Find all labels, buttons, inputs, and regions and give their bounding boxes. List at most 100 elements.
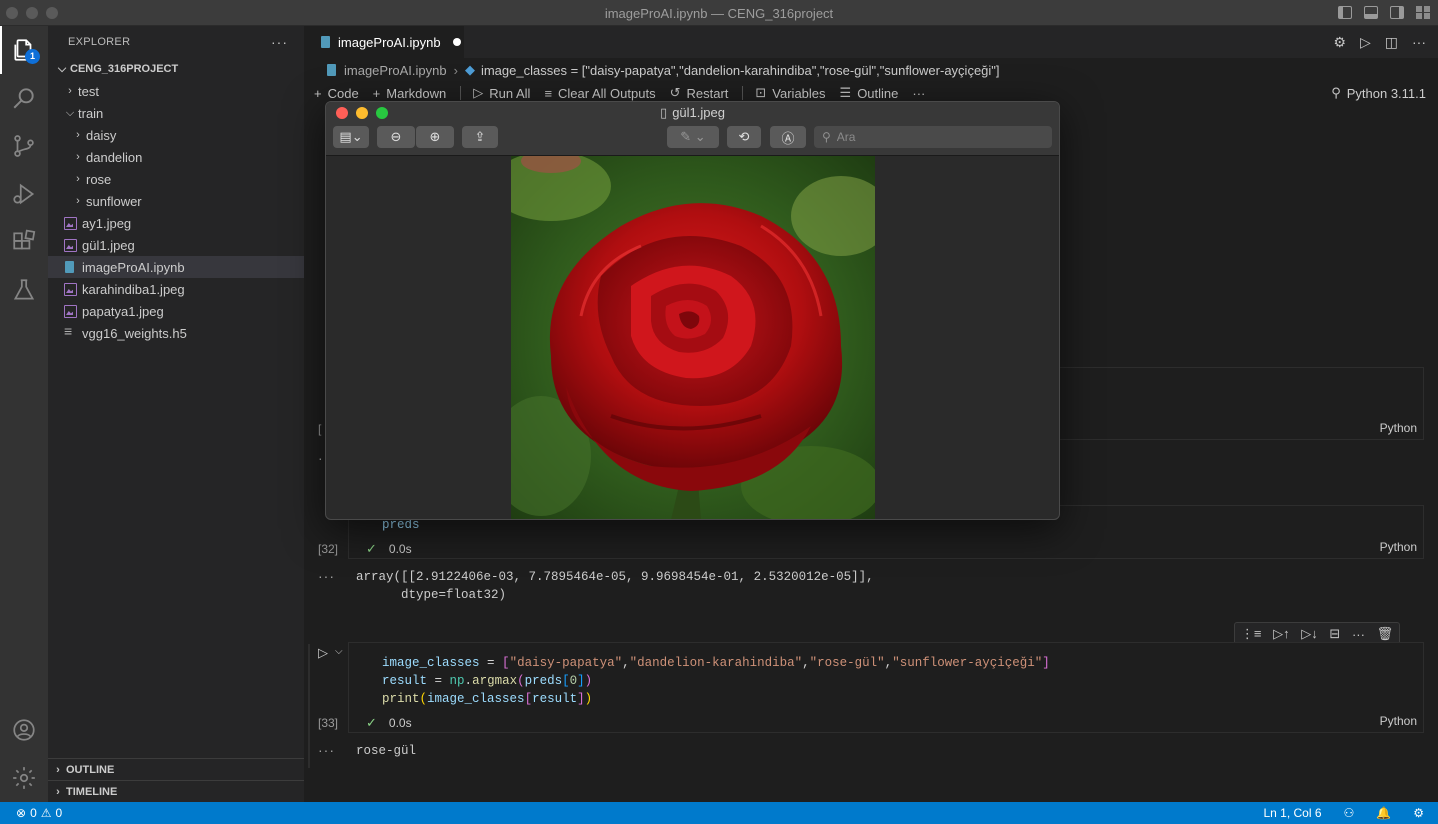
code-token: "rose-gül" — [809, 656, 885, 670]
tree-file-imageproai[interactable]: imageProAI.ipynb — [48, 256, 304, 278]
clear-all-outputs-button[interactable]: ≡ Clear All Outputs — [544, 86, 655, 101]
tree-file-ay1[interactable]: ay1.jpeg — [48, 212, 304, 234]
output-more-icon[interactable]: · — [318, 450, 324, 466]
explorer-icon[interactable]: 1 — [0, 26, 48, 74]
problems-indicator[interactable]: ⊗ 0 ⚠ 0 — [16, 806, 62, 820]
notifications-bell-icon[interactable]: 🔔 — [1376, 806, 1391, 820]
output-more-icon[interactable]: ··· — [318, 568, 335, 584]
tree-folder-rose[interactable]: › rose — [48, 168, 304, 190]
customize-layout-icon[interactable] — [1416, 6, 1430, 19]
share-button[interactable]: ⇪ — [462, 126, 498, 148]
unsaved-dot-icon[interactable] — [452, 38, 461, 46]
toolbar-more-icon[interactable]: ··· — [912, 86, 931, 101]
tree-file-vgg16-weights[interactable]: vgg16_weights.h5 — [48, 322, 304, 344]
tree-folder-daisy[interactable]: › daisy — [48, 124, 304, 146]
markup-pen-button[interactable]: ✎ ⌄ — [667, 126, 719, 148]
chevron-right-icon: › — [76, 173, 80, 185]
zoom-out-button[interactable]: ⊖ — [377, 126, 415, 148]
tree-item-label: rose — [86, 171, 112, 187]
tree-folder-dandelion[interactable]: › dandelion — [48, 146, 304, 168]
live-share-icon[interactable]: ⚇ — [1344, 806, 1355, 820]
chevron-down-icon: ⌵ — [65, 106, 75, 119]
code-token: . — [464, 674, 473, 688]
delete-cell-icon[interactable]: 🗑 — [1377, 626, 1394, 642]
notebook-file-icon — [62, 260, 78, 274]
cell-code-line[interactable]: result = np.argmax(preds[0]) — [382, 672, 592, 690]
split-editor-icon[interactable]: ◫ — [1385, 34, 1398, 51]
add-code-cell-button[interactable]: + Code — [314, 86, 359, 101]
code-token: [ — [502, 656, 510, 670]
tree-file-karahindiba1[interactable]: karahindiba1.jpeg — [48, 278, 304, 300]
restart-icon: ↺ — [669, 85, 681, 100]
add-markdown-cell-button[interactable]: + Markdown — [373, 86, 447, 101]
tree-file-papatya1[interactable]: papatya1.jpeg — [48, 300, 304, 322]
share-icon: ⇪ — [474, 129, 486, 144]
cursor-position[interactable]: Ln 1, Col 6 — [1263, 806, 1321, 820]
notebook-settings-gear-icon[interactable]: ⚙ — [1333, 34, 1346, 51]
execute-above-icon[interactable]: ▷↑ — [1273, 626, 1290, 642]
variables-button[interactable]: ⊡ Variables — [755, 85, 825, 101]
run-and-debug-icon[interactable] — [0, 170, 48, 218]
project-folder[interactable]: ⌵ CENG_316PROJECT — [48, 58, 304, 80]
cell-language[interactable]: Python — [1380, 714, 1417, 728]
explorer-more-actions-icon[interactable]: ··· — [271, 34, 288, 50]
rotate-icon: ⟲ — [738, 129, 750, 144]
chevron-down-icon: ⌵ — [57, 62, 67, 75]
code-token: ( — [419, 692, 428, 706]
editor-more-actions-icon[interactable]: ··· — [1412, 34, 1426, 51]
cell-more-actions-icon[interactable]: ··· — [1352, 627, 1365, 642]
rotate-button[interactable]: ⟲ — [727, 126, 761, 148]
run-all-button[interactable]: ▷ Run All — [473, 85, 530, 101]
feedback-icon[interactable]: ⚙ — [1413, 806, 1424, 820]
sidebar-toggle-button[interactable]: ▤⌄ — [333, 126, 369, 148]
breadcrumb-symbol[interactable]: image_classes = ["daisy-papatya","dandel… — [481, 63, 1000, 78]
sidebar-icon: ▤⌄ — [339, 129, 363, 144]
timeline-section[interactable]: › TIMELINE — [48, 780, 304, 802]
accounts-icon[interactable] — [0, 706, 48, 754]
run-cell-icon[interactable]: ▷ — [318, 645, 328, 661]
code-token: "sunflower-ayçiçeği" — [892, 656, 1043, 670]
split-cell-icon[interactable]: ⊟ — [1329, 626, 1340, 642]
image-preview-window[interactable]: ▯ gül1.jpeg ▤⌄ ⊖ ⊕ ⇪ ✎ ⌄ ⟲ Ⓐ ⚲ — [325, 101, 1060, 520]
cell-language[interactable]: Python — [1380, 540, 1417, 554]
preview-search-field[interactable]: ⚲ — [814, 126, 1052, 148]
source-control-icon[interactable] — [0, 122, 48, 170]
add-code-label: Code — [327, 85, 359, 101]
kernel-picker[interactable]: ⚲ Python 3.11.1 — [1331, 85, 1426, 101]
testing-flask-icon[interactable] — [0, 266, 48, 314]
toggle-secondary-sidebar-icon[interactable] — [1390, 6, 1404, 19]
run-by-line-icon[interactable]: ⋮≡ — [1241, 626, 1262, 642]
preview-search-input[interactable] — [836, 130, 1037, 144]
kernel-icon: ⚲ — [1331, 85, 1341, 100]
tree-file-gul1[interactable]: gül1.jpeg — [48, 234, 304, 256]
toolbar-divider — [742, 86, 744, 100]
chevron-down-icon[interactable]: ⌵ — [335, 646, 343, 657]
tree-folder-test[interactable]: › test — [48, 80, 304, 102]
zoom-in-button[interactable]: ⊕ — [416, 126, 454, 148]
cell-focus-indicator — [308, 644, 310, 768]
extensions-icon[interactable] — [0, 218, 48, 266]
breadcrumb-file[interactable]: imageProAI.ipynb — [344, 63, 447, 78]
markup-toolbar-button[interactable]: Ⓐ — [770, 126, 806, 148]
toggle-panel-icon[interactable] — [1364, 6, 1378, 19]
tree-folder-sunflower[interactable]: › sunflower — [48, 190, 304, 212]
output-more-icon[interactable]: ··· — [318, 742, 335, 758]
run-notebook-icon[interactable]: ▷ — [1360, 34, 1371, 51]
tree-folder-train[interactable]: ⌵ train — [48, 102, 304, 124]
tab-imageproai[interactable]: imageProAI.ipynb — [304, 26, 464, 58]
notebook-file-icon — [318, 35, 334, 49]
error-count: 0 — [30, 806, 37, 820]
code-token: ] — [1042, 656, 1050, 670]
search-icon[interactable] — [0, 74, 48, 122]
execute-below-icon[interactable]: ▷↓ — [1301, 626, 1318, 642]
cell-language[interactable]: Python — [1380, 421, 1417, 435]
outline-section[interactable]: › OUTLINE — [48, 758, 304, 780]
outline-button[interactable]: ☰ Outline — [840, 85, 899, 101]
toggle-primary-sidebar-icon[interactable] — [1338, 6, 1352, 19]
cell-code-line[interactable]: print(image_classes[result]) — [382, 690, 592, 708]
settings-gear-icon[interactable] — [0, 754, 48, 802]
project-folder-label: CENG_316PROJECT — [70, 63, 179, 75]
tab-label: imageProAI.ipynb — [338, 34, 441, 50]
restart-button[interactable]: ↺ Restart — [670, 85, 729, 101]
cell-code-line[interactable]: image_classes = ["daisy-papatya","dandel… — [382, 654, 1050, 672]
